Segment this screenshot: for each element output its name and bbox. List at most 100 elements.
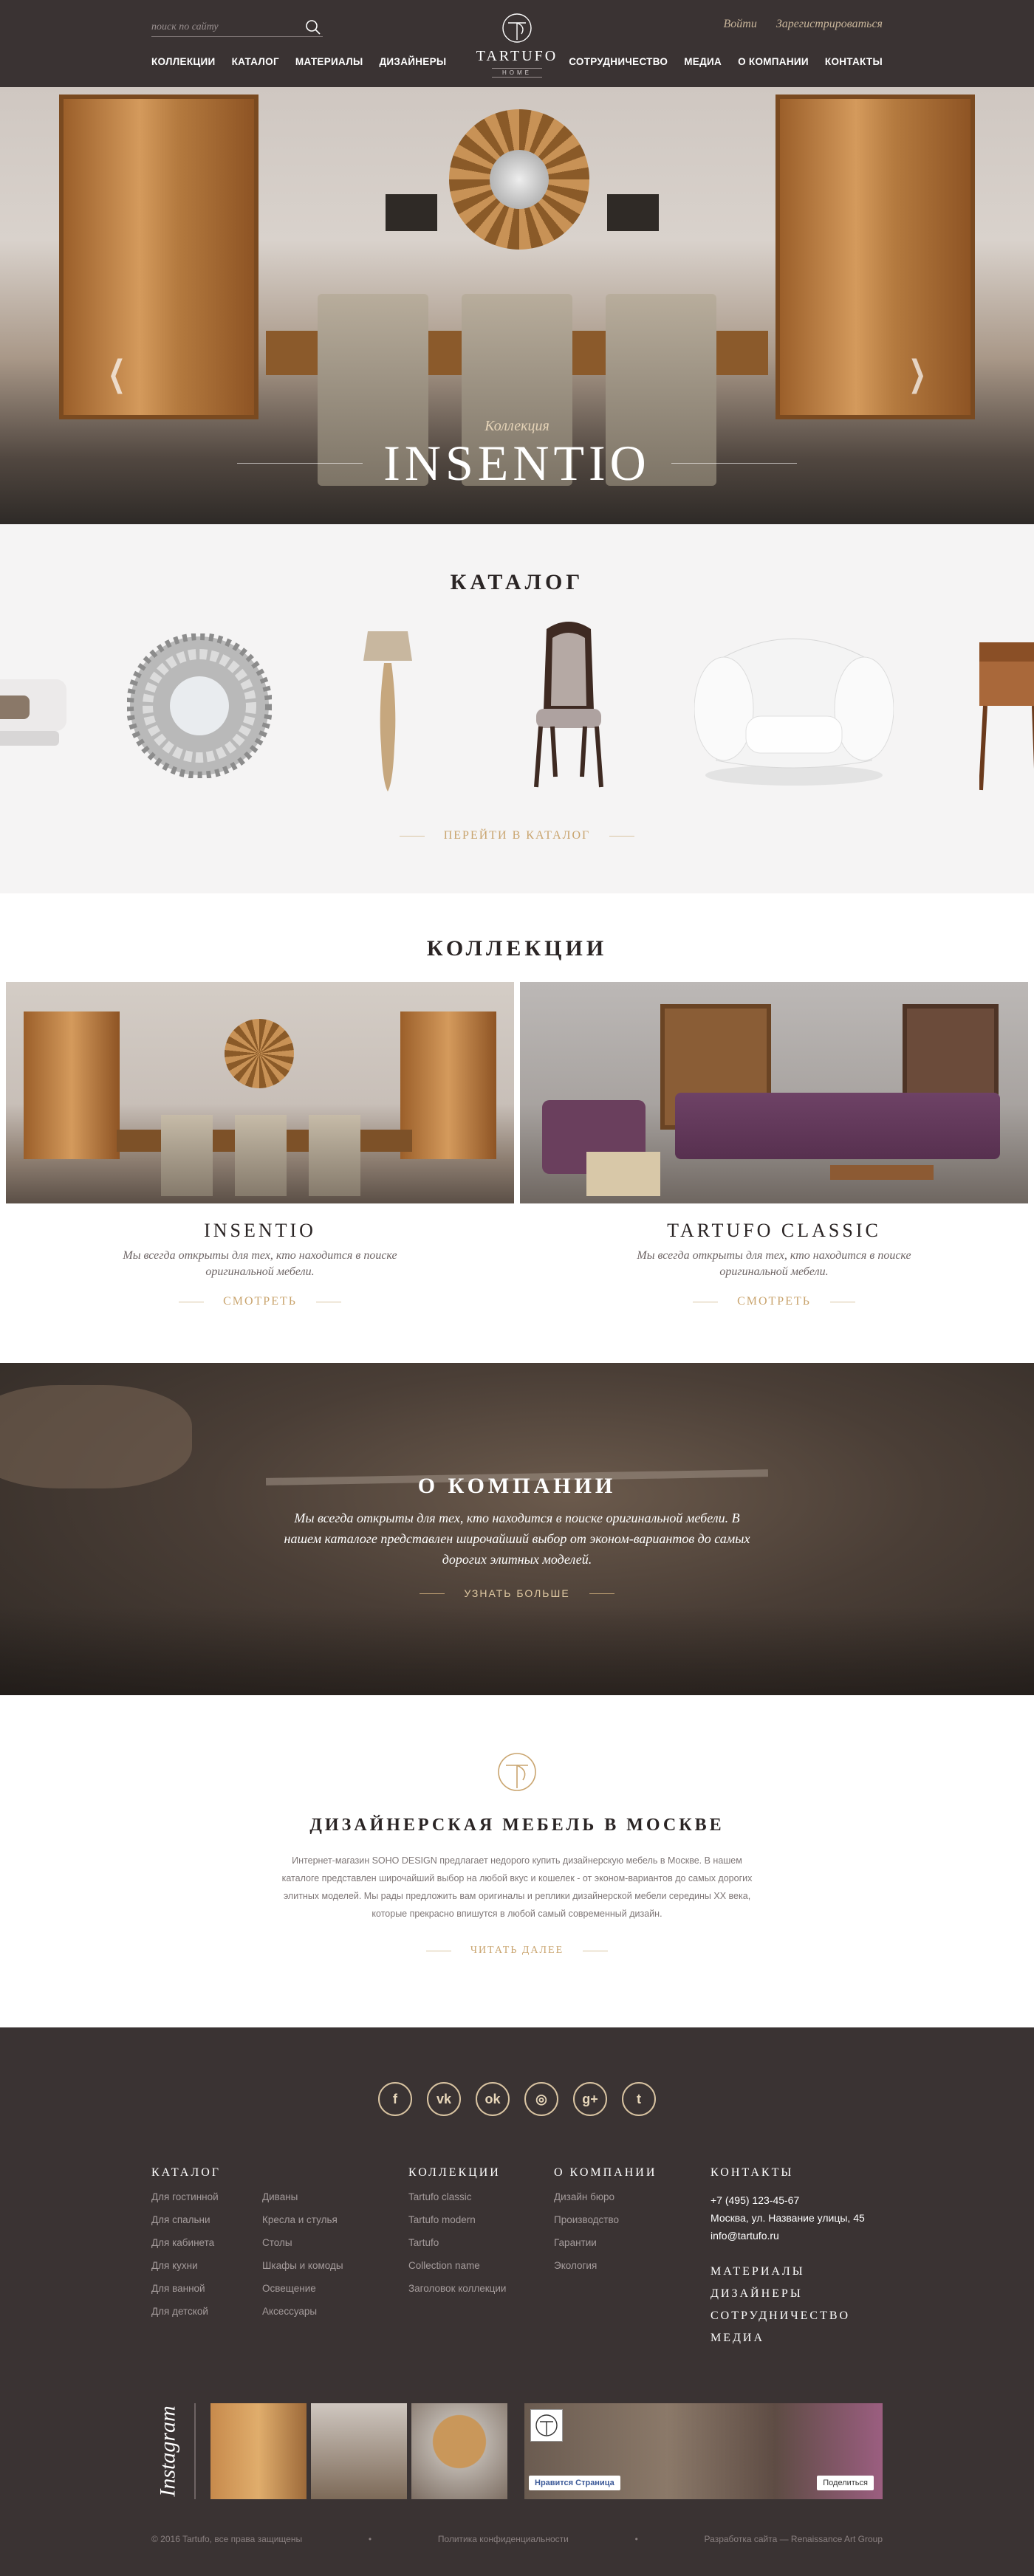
nav-cooperation[interactable]: СОТРУДНИЧЕСТВО — [569, 56, 668, 67]
instagram-photo[interactable] — [311, 2403, 407, 2499]
footer-link[interactable]: Для кухни — [151, 2260, 262, 2271]
facebook-share-button[interactable]: Поделиться — [817, 2476, 874, 2490]
footer-link[interactable]: Экология — [554, 2260, 597, 2271]
view-collection-link[interactable]: СМОТРЕТЬ — [520, 1295, 1028, 1308]
facebook-icon[interactable]: f — [378, 2082, 412, 2116]
divider — [194, 2403, 196, 2499]
footer-contacts: КОНТАКТЫ +7 (495) 123-45-67 Москва, ул. … — [711, 2166, 865, 2349]
footer-link[interactable]: Tartufo modern — [408, 2214, 476, 2225]
collections-title: КОЛЛЕКЦИИ — [426, 936, 608, 961]
collection-image-insentio[interactable] — [6, 982, 514, 1203]
site-footer: f vk ok ◎ g+ t КАТАЛОГ Для гостинной Див… — [0, 2027, 1034, 2576]
nav-about[interactable]: О КОМПАНИИ — [738, 56, 809, 67]
nav-collections[interactable]: КОЛЛЕКЦИИ — [151, 56, 216, 67]
odnoklassniki-icon[interactable]: ok — [476, 2082, 510, 2116]
login-link[interactable]: Войти — [724, 18, 757, 31]
footer-link-materials[interactable]: МАТЕРИАЛЫ — [711, 2261, 865, 2283]
instagram-label: Instagram — [151, 2403, 185, 2499]
chevron-left-icon[interactable]: ❮ — [108, 353, 126, 394]
footer-link[interactable]: Аксессуары — [262, 2306, 373, 2317]
emblem — [0, 1695, 1034, 1796]
hero-caption: Коллекция INSENTIO — [0, 418, 1034, 488]
collection-name[interactable]: TARTUFO CLASSIC — [520, 1220, 1028, 1242]
product-sofa[interactable] — [0, 650, 74, 760]
footer-link[interactable]: Для спальни — [151, 2214, 262, 2225]
privacy-link[interactable]: Политика конфиденциальности — [438, 2534, 569, 2544]
nav-designers[interactable]: ДИЗАЙНЕРЫ — [380, 56, 447, 67]
nav-contacts[interactable]: КОНТАКТЫ — [825, 56, 883, 67]
nav-catalog[interactable]: КАТАЛОГ — [232, 56, 279, 67]
read-more-link[interactable]: ЧИТАТЬ ДАЛЕЕ — [0, 1945, 1034, 1957]
instagram-photo[interactable] — [411, 2403, 507, 2499]
footer-link[interactable]: Заголовок коллекции — [408, 2283, 506, 2294]
footer-link[interactable]: Дизайн бюро — [554, 2191, 614, 2202]
footer-link[interactable]: Производство — [554, 2214, 619, 2225]
separator-dot: • — [634, 2534, 638, 2544]
view-collection-link[interactable]: СМОТРЕТЬ — [6, 1295, 514, 1308]
footer-link[interactable]: Освещение — [262, 2283, 373, 2294]
chevron-right-icon[interactable]: ❯ — [908, 353, 926, 394]
instagram-photo[interactable] — [210, 2403, 307, 2499]
logo[interactable]: TARTUFO HOME — [458, 12, 576, 78]
collection-desc: Мы всегда открыты для тех, кто находится… — [123, 1249, 397, 1278]
search-icon[interactable] — [304, 18, 323, 37]
learn-more-link[interactable]: УЗНАТЬ БОЛЬШЕ — [0, 1587, 1034, 1599]
product-armchair[interactable] — [694, 628, 894, 790]
address: Москва, ул. Название улицы, 45 — [711, 2212, 865, 2224]
logo-name: TARTUFO — [476, 48, 558, 64]
instagram-icon[interactable]: ◎ — [524, 2082, 558, 2116]
footer-link[interactable]: Кресла и стулья — [262, 2214, 373, 2225]
footer-link[interactable]: Для гостинной — [151, 2191, 262, 2202]
instagram-feed: Instagram Нравится Страница Поделиться — [151, 2403, 883, 2499]
footer-link[interactable]: Tartufo classic — [408, 2191, 472, 2202]
separator-dot: • — [368, 2534, 372, 2544]
phone[interactable]: +7 (495) 123-45-67 — [711, 2191, 865, 2209]
collection-name[interactable]: INSENTIO — [6, 1220, 514, 1242]
nav-media[interactable]: МЕДИА — [684, 56, 722, 67]
developer-link[interactable]: Разработка сайта — Renaissance Art Group — [705, 2534, 883, 2544]
footer-link[interactable]: Для ванной — [151, 2283, 262, 2294]
go-to-catalog-link[interactable]: ПЕРЕЙТИ В КАТАЛОГ — [0, 829, 1034, 842]
footer-link[interactable]: Tartufo — [408, 2237, 439, 2248]
seo-title: ДИЗАЙНЕРСКАЯ МЕБЕЛЬ В МОСКВЕ — [309, 1816, 725, 1835]
collection-image-tartufo-classic[interactable] — [520, 982, 1028, 1203]
hero-title[interactable]: INSENTIO — [237, 438, 797, 488]
footer-link[interactable]: Collection name — [408, 2260, 480, 2271]
product-mirror[interactable] — [127, 633, 272, 778]
register-link[interactable]: Зарегистрироваться — [776, 18, 883, 31]
footer-contacts-title: КОНТАКТЫ — [711, 2166, 794, 2179]
twitter-icon[interactable]: t — [622, 2082, 656, 2116]
search-input[interactable] — [151, 21, 304, 33]
collection-desc: Мы всегда открыты для тех, кто находится… — [637, 1249, 911, 1278]
copyright: © 2016 Tartufo, все права защищены — [151, 2534, 303, 2544]
product-chair[interactable] — [530, 622, 607, 791]
hero-cabinet-left — [59, 95, 258, 419]
facebook-page-avatar[interactable] — [530, 2409, 563, 2442]
footer-catalog: КАТАЛОГ Для гостинной Диваны Для спальни… — [151, 2166, 373, 2317]
nav-materials[interactable]: МАТЕРИАЛЫ — [295, 56, 363, 67]
product-floor-lamp[interactable] — [362, 628, 414, 794]
email[interactable]: info@tartufo.ru — [711, 2227, 865, 2244]
footer-link-cooperation[interactable]: СОТРУДНИЧЕСТВО — [711, 2305, 865, 2327]
instagram-label-text: Instagram — [156, 2405, 180, 2497]
vk-icon[interactable]: vk — [427, 2082, 461, 2116]
copyright-bar: © 2016 Tartufo, все права защищены • Пол… — [151, 2534, 883, 2544]
footer-link[interactable]: Для детской — [151, 2306, 262, 2317]
site-header: TARTUFO HOME Войти Зарегистрироваться КО… — [0, 0, 1034, 87]
logo-emblem-icon — [498, 1753, 536, 1791]
hero-cabinet-right — [776, 95, 975, 419]
footer-link[interactable]: Шкафы и комоды — [262, 2260, 373, 2271]
footer-link[interactable]: Для кабинета — [151, 2237, 262, 2248]
product-side-table[interactable] — [979, 642, 1034, 797]
facebook-like-button[interactable]: Нравится Страница — [529, 2476, 620, 2490]
footer-link[interactable]: Диваны — [262, 2191, 373, 2202]
footer-link-media[interactable]: МЕДИА — [711, 2327, 865, 2349]
main-nav-left: КОЛЛЕКЦИИ КАТАЛОГ МАТЕРИАЛЫ ДИЗАЙНЕРЫ — [151, 56, 446, 67]
catalog-section: КАТАЛОГ ПЕРЕЙТИ В КАТАЛОГ — [0, 524, 1034, 893]
about-section: О КОМПАНИИ Мы всегда открыты для тех, кт… — [0, 1363, 1034, 1695]
footer-link[interactable]: Гарантии — [554, 2237, 597, 2248]
footer-link-designers[interactable]: ДИЗАЙНЕРЫ — [711, 2283, 865, 2305]
footer-link[interactable]: Столы — [262, 2237, 373, 2248]
googleplus-icon[interactable]: g+ — [573, 2082, 607, 2116]
hero-title-text: INSENTIO — [383, 435, 651, 491]
